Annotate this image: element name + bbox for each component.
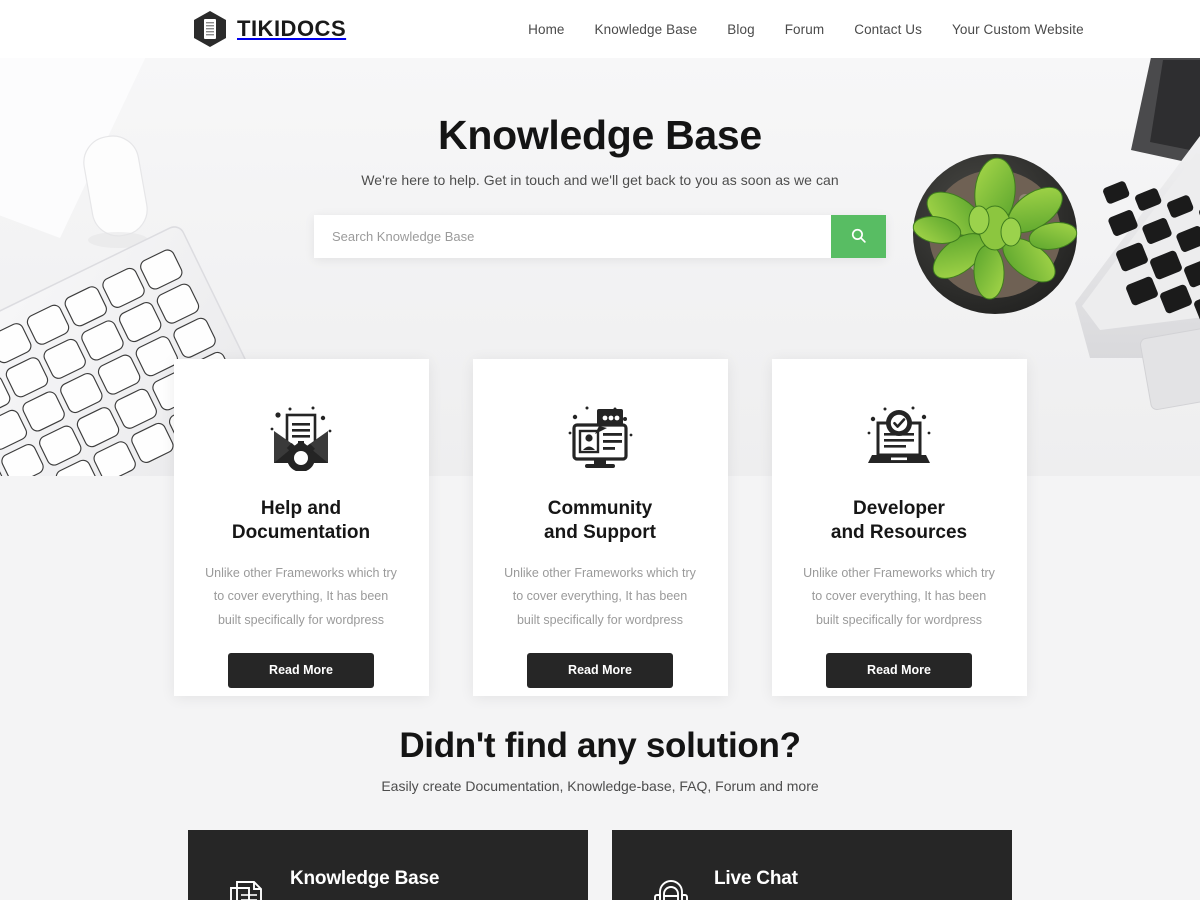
support-agent-headset-icon <box>650 868 692 900</box>
site-logo[interactable]: TIKIDOCS <box>192 10 346 48</box>
help-panels: Knowledge Base Professionally cultivate … <box>0 830 1200 900</box>
card-title: Developer and Resources <box>831 497 967 545</box>
card-description: Unlike other Frameworks which try to cov… <box>803 566 995 627</box>
card-title: Help and Documentation <box>232 497 370 545</box>
nav-item-blog[interactable]: Blog <box>727 22 754 37</box>
feature-cards: Help and Documentation Unlike other Fram… <box>0 359 1200 696</box>
card-title: Community and Support <box>544 497 656 545</box>
card-community-and-support[interactable]: Community and Support Unlike other Frame… <box>472 359 728 696</box>
hero-content: Knowledge Base We're here to help. Get i… <box>0 58 1200 259</box>
panel-body: Knowledge Base Professionally cultivate … <box>290 868 588 900</box>
card-description: Unlike other Frameworks which try to cov… <box>504 566 696 627</box>
nav-item-knowledge-base[interactable]: Knowledge Base <box>595 22 698 37</box>
read-more-button[interactable]: Read More <box>826 652 972 688</box>
documents-stack-icon <box>226 868 268 900</box>
card-title-line2: and Resources <box>830 522 968 544</box>
panel-title: Knowledge Base <box>290 868 440 889</box>
card-description: Unlike other Frameworks which try to cov… <box>205 566 397 627</box>
panel-live-chat[interactable]: Live Chat Professionally cultivate one-t… <box>612 830 1012 900</box>
solution-title: Didn't find any solution? <box>399 726 801 765</box>
document-hexagon-icon <box>192 10 228 48</box>
magnifier-icon <box>850 227 867 247</box>
main-navigation: Home Knowledge Base Blog Forum Contact U… <box>528 22 1084 37</box>
nav-item-home[interactable]: Home <box>528 22 564 37</box>
card-title-line1: Community <box>547 498 653 519</box>
laptop-checkmark-icon <box>864 401 934 473</box>
page-title: Knowledge Base <box>438 112 762 158</box>
search-button[interactable] <box>831 215 886 259</box>
envelope-document-gear-icon <box>266 401 336 473</box>
hero-subtitle: We're here to help. Get in touch and we'… <box>361 172 839 189</box>
logo-text: TIKIDOCS <box>237 16 347 41</box>
read-more-button[interactable]: Read More <box>228 652 374 688</box>
solution-subtitle: Easily create Documentation, Knowledge-b… <box>381 778 819 794</box>
read-more-button[interactable]: Read More <box>527 652 673 688</box>
card-help-and-documentation[interactable]: Help and Documentation Unlike other Fram… <box>173 359 429 696</box>
panel-body: Live Chat Professionally cultivate one-t… <box>714 868 1012 900</box>
nav-item-your-custom-website[interactable]: Your Custom Website <box>952 22 1084 37</box>
card-title-line2: Documentation <box>231 522 371 544</box>
card-title-line2: and Support <box>544 522 656 544</box>
nav-item-forum[interactable]: Forum <box>785 22 825 37</box>
card-title-line1: Developer <box>853 498 945 519</box>
card-title-line1: Help and <box>260 498 342 519</box>
panel-title: Live Chat <box>714 868 798 889</box>
monitor-profile-chat-icon <box>565 401 635 473</box>
panel-knowledge-base[interactable]: Knowledge Base Professionally cultivate … <box>188 830 588 900</box>
site-header: TIKIDOCS Home Knowledge Base Blog Forum … <box>0 0 1200 58</box>
search-bar <box>314 215 886 259</box>
card-developer-and-resources[interactable]: Developer and Resources Unlike other Fra… <box>771 359 1027 696</box>
search-input[interactable] <box>314 215 831 259</box>
nav-item-contact-us[interactable]: Contact Us <box>854 22 922 37</box>
